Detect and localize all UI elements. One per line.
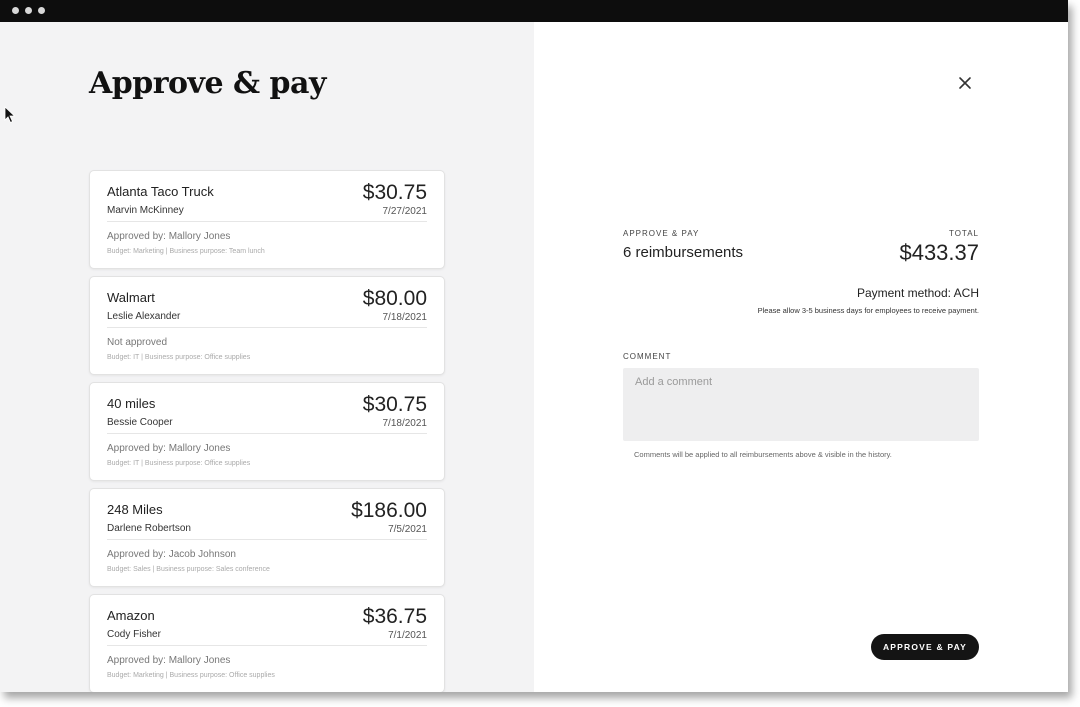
merchant-name: 40 miles: [107, 396, 156, 411]
close-icon[interactable]: [958, 76, 972, 90]
cursor-pointer-icon: [4, 106, 16, 124]
merchant-name: Atlanta Taco Truck: [107, 184, 214, 199]
reimbursement-date: 7/5/2021: [388, 524, 427, 535]
card-divider: [107, 221, 427, 222]
approval-status: Not approved: [107, 337, 168, 348]
reimbursement-card[interactable]: 248 Miles Darlene Robertson $186.00 7/5/…: [89, 488, 445, 587]
budget-info: Budget: Marketing | Business purpose: Of…: [107, 672, 275, 679]
reimbursement-amount: $186.00: [351, 499, 427, 522]
card-divider: [107, 433, 427, 434]
card-divider: [107, 539, 427, 540]
reimbursement-date: 7/1/2021: [388, 630, 427, 641]
reimbursement-card[interactable]: Amazon Cody Fisher $36.75 7/1/2021 Appro…: [89, 594, 445, 692]
total-amount: $433.37: [899, 240, 979, 265]
approval-status: Approved by: Mallory Jones: [107, 443, 231, 454]
reimbursement-date: 7/27/2021: [382, 206, 428, 217]
employee-name: Leslie Alexander: [107, 311, 181, 322]
window-dot-icon[interactable]: [38, 7, 45, 14]
employee-name: Marvin McKinney: [107, 205, 184, 216]
summary-label: APPROVE & PAY: [623, 229, 700, 238]
window-titlebar: [0, 0, 1068, 22]
employee-name: Bessie Cooper: [107, 417, 173, 428]
card-divider: [107, 327, 427, 328]
card-divider: [107, 645, 427, 646]
reimbursement-date: 7/18/2021: [382, 418, 428, 429]
employee-name: Cody Fisher: [107, 629, 161, 640]
reimbursement-amount: $80.00: [362, 287, 427, 310]
approval-summary-panel: APPROVE & PAY 6 reimbursements TOTAL $43…: [534, 22, 1068, 692]
reimbursement-amount: $30.75: [362, 181, 427, 204]
total-label: TOTAL: [948, 229, 979, 238]
reimbursement-card[interactable]: 40 miles Bessie Cooper $30.75 7/18/2021 …: [89, 382, 445, 481]
budget-info: Budget: IT | Business purpose: Office su…: [107, 354, 251, 361]
reimbursement-count: 6 reimbursements: [623, 244, 744, 261]
window-dot-icon[interactable]: [25, 7, 32, 14]
comment-input[interactable]: [623, 368, 979, 441]
comment-help-text: Comments will be applied to all reimburs…: [634, 450, 892, 459]
reimbursement-card[interactable]: Atlanta Taco Truck Marvin McKinney $30.7…: [89, 170, 445, 269]
comment-label: COMMENT: [623, 352, 672, 361]
approval-status: Approved by: Mallory Jones: [107, 231, 231, 242]
reimbursement-card[interactable]: Walmart Leslie Alexander $80.00 7/18/202…: [89, 276, 445, 375]
employee-name: Darlene Robertson: [107, 523, 191, 534]
merchant-name: Amazon: [107, 608, 155, 623]
reimbursement-date: 7/18/2021: [382, 312, 428, 323]
approval-status: Approved by: Mallory Jones: [107, 655, 231, 666]
app-window: Approve & pay Atlanta Taco Truck Marvin …: [0, 0, 1068, 692]
reimbursement-amount: $36.75: [362, 605, 427, 628]
reimbursement-list-panel: Approve & pay Atlanta Taco Truck Marvin …: [0, 22, 534, 692]
window-dot-icon[interactable]: [12, 7, 19, 14]
approve-and-pay-button[interactable]: APPROVE & PAY: [871, 634, 979, 660]
approval-status: Approved by: Jacob Johnson: [107, 549, 236, 560]
payment-method: Payment method: ACH: [856, 286, 979, 300]
merchant-name: Walmart: [107, 290, 155, 305]
payment-note: Please allow 3-5 business days for emplo…: [757, 306, 979, 315]
page-title: Approve & pay: [89, 66, 326, 101]
budget-info: Budget: Sales | Business purpose: Sales …: [107, 566, 270, 573]
budget-info: Budget: IT | Business purpose: Office su…: [107, 460, 251, 467]
merchant-name: 248 Miles: [107, 502, 163, 517]
budget-info: Budget: Marketing | Business purpose: Te…: [107, 248, 265, 255]
reimbursement-amount: $30.75: [362, 393, 427, 416]
